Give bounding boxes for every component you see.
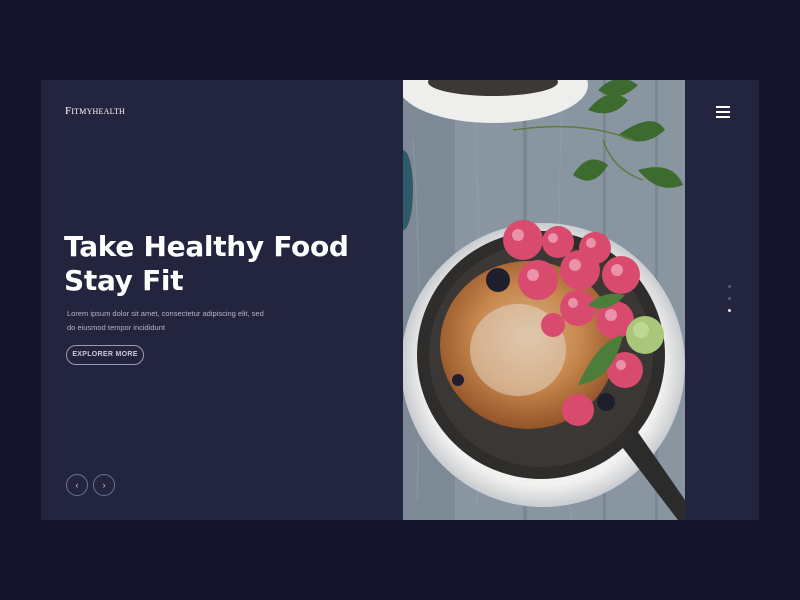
pagination-dot-2[interactable] [728,297,731,300]
brand-logo[interactable]: Fitmyhealth [65,105,125,117]
hero-card: Fitmyhealth Take Healthy Food Stay Fit L… [41,80,759,520]
carousel-pagination [727,285,733,315]
carousel-prev-button[interactable]: ‹ [66,474,88,496]
chevron-right-icon: › [102,480,106,490]
food-illustration [403,80,685,520]
chevron-left-icon: ‹ [75,480,79,490]
hero-food-image [403,80,685,520]
explore-more-button[interactable]: EXPLORER MORE [66,345,144,365]
hero-title-line-1: Take Healthy Food [64,230,349,263]
carousel-next-button[interactable]: › [93,474,115,496]
hero-title-line-2: Stay Fit [64,264,184,297]
hero-description-line-2: do eiusmod tempor incididunt [67,323,165,332]
menu-line [716,111,730,113]
hero-description: Lorem ipsum dolor sit amet, consectetur … [67,307,277,335]
hero-description-line-1: Lorem ipsum dolor sit amet, consectetur … [67,309,264,318]
pagination-dot-1[interactable] [728,285,731,288]
hamburger-menu-button[interactable] [716,106,732,118]
menu-line [716,106,730,108]
hero-title: Take Healthy Food Stay Fit [64,230,349,298]
menu-line [716,116,730,118]
pagination-dot-3[interactable] [728,309,731,312]
